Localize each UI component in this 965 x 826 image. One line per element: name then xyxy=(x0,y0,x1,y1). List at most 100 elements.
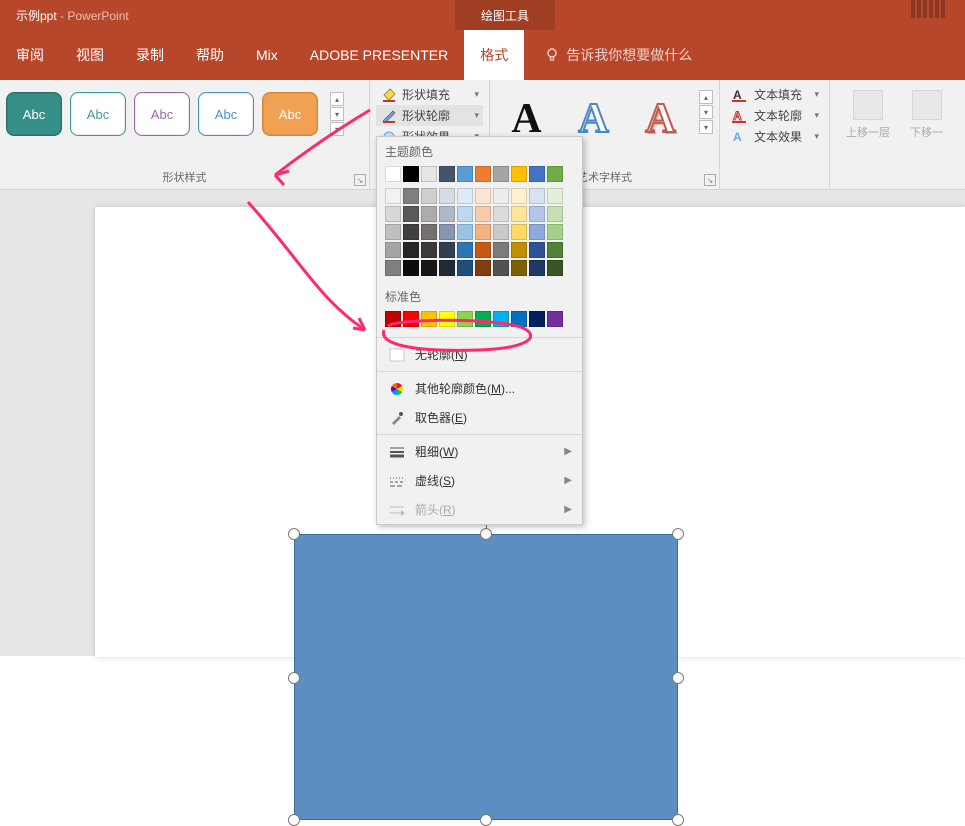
bring-forward-button[interactable]: 上移一层 xyxy=(846,90,890,140)
color-swatch[interactable] xyxy=(439,188,455,204)
tab-format[interactable]: 格式 xyxy=(464,30,524,80)
color-swatch[interactable] xyxy=(403,311,419,327)
color-swatch[interactable] xyxy=(439,166,455,182)
color-swatch[interactable] xyxy=(457,188,473,204)
color-swatch[interactable] xyxy=(493,206,509,222)
color-swatch[interactable] xyxy=(439,206,455,222)
color-swatch[interactable] xyxy=(529,224,545,240)
tell-me-search[interactable]: 告诉我你想要做什么 xyxy=(544,45,692,65)
color-swatch[interactable] xyxy=(547,242,563,258)
color-swatch[interactable] xyxy=(421,260,437,276)
color-swatch[interactable] xyxy=(439,224,455,240)
color-swatch[interactable] xyxy=(547,166,563,182)
color-swatch[interactable] xyxy=(475,242,491,258)
color-swatch[interactable] xyxy=(421,224,437,240)
resize-handle-s[interactable] xyxy=(480,814,492,826)
gallery-up-button[interactable]: ▴ xyxy=(699,90,713,104)
send-backward-button[interactable]: 下移一 xyxy=(910,90,943,140)
selected-rectangle-shape[interactable] xyxy=(294,534,678,820)
color-swatch[interactable] xyxy=(475,260,491,276)
color-swatch[interactable] xyxy=(475,224,491,240)
color-swatch[interactable] xyxy=(547,206,563,222)
tab-mix[interactable]: Mix xyxy=(240,30,294,80)
shape-style-swatch[interactable]: Abc xyxy=(134,92,190,136)
color-swatch[interactable] xyxy=(511,206,527,222)
dashes-item[interactable]: 虚线(S) ▶ xyxy=(377,466,582,495)
shape-style-swatch[interactable]: Abc xyxy=(262,92,318,136)
color-swatch[interactable] xyxy=(529,260,545,276)
color-swatch[interactable] xyxy=(511,166,527,182)
color-swatch[interactable] xyxy=(493,224,509,240)
text-outline-button[interactable]: A 文本轮廓▾ xyxy=(726,105,823,126)
resize-handle-se[interactable] xyxy=(672,814,684,826)
more-outline-colors-item[interactable]: 其他轮廓颜色(M)... xyxy=(377,374,582,403)
color-swatch[interactable] xyxy=(511,242,527,258)
shape-style-swatch[interactable]: Abc xyxy=(198,92,254,136)
color-swatch[interactable] xyxy=(547,311,563,327)
color-swatch[interactable] xyxy=(385,166,401,182)
color-swatch[interactable] xyxy=(475,206,491,222)
tab-record[interactable]: 录制 xyxy=(120,30,180,80)
color-swatch[interactable] xyxy=(511,311,527,327)
color-swatch[interactable] xyxy=(385,242,401,258)
color-swatch[interactable] xyxy=(457,311,473,327)
color-swatch[interactable] xyxy=(421,311,437,327)
no-outline-item[interactable]: 无轮廓(N) xyxy=(377,340,582,369)
color-swatch[interactable] xyxy=(439,311,455,327)
color-swatch[interactable] xyxy=(385,224,401,240)
gallery-down-button[interactable]: ▾ xyxy=(330,107,344,121)
color-swatch[interactable] xyxy=(457,224,473,240)
color-swatch[interactable] xyxy=(421,242,437,258)
color-swatch[interactable] xyxy=(403,242,419,258)
color-swatch[interactable] xyxy=(529,188,545,204)
color-swatch[interactable] xyxy=(493,311,509,327)
color-swatch[interactable] xyxy=(493,166,509,182)
color-swatch[interactable] xyxy=(421,206,437,222)
tab-review[interactable]: 审阅 xyxy=(0,30,60,80)
tab-adobe-presenter[interactable]: ADOBE PRESENTER xyxy=(294,30,464,80)
color-swatch[interactable] xyxy=(547,188,563,204)
color-swatch[interactable] xyxy=(511,224,527,240)
text-fill-button[interactable]: A 文本填充▾ xyxy=(726,84,823,105)
shape-style-swatch[interactable]: Abc xyxy=(6,92,62,136)
shape-outline-button[interactable]: 形状轮廓▾ xyxy=(376,105,483,126)
color-swatch[interactable] xyxy=(385,188,401,204)
gallery-expand-button[interactable]: ▾ xyxy=(330,122,344,136)
color-swatch[interactable] xyxy=(529,206,545,222)
color-swatch[interactable] xyxy=(385,260,401,276)
dialog-launcher[interactable]: ↘ xyxy=(704,174,716,186)
tab-help[interactable]: 帮助 xyxy=(180,30,240,80)
resize-handle-ne[interactable] xyxy=(672,528,684,540)
color-swatch[interactable] xyxy=(475,311,491,327)
color-swatch[interactable] xyxy=(421,188,437,204)
color-swatch[interactable] xyxy=(529,311,545,327)
color-swatch[interactable] xyxy=(403,260,419,276)
shape-style-swatch[interactable]: Abc xyxy=(70,92,126,136)
color-swatch[interactable] xyxy=(493,260,509,276)
resize-handle-e[interactable] xyxy=(672,672,684,684)
color-swatch[interactable] xyxy=(529,166,545,182)
color-swatch[interactable] xyxy=(457,206,473,222)
tab-view[interactable]: 视图 xyxy=(60,30,120,80)
text-effect-button[interactable]: A 文本效果▾ xyxy=(726,126,823,147)
color-swatch[interactable] xyxy=(421,166,437,182)
color-swatch[interactable] xyxy=(439,260,455,276)
color-swatch[interactable] xyxy=(439,242,455,258)
eyedropper-item[interactable]: 取色器(E) xyxy=(377,403,582,432)
color-swatch[interactable] xyxy=(511,260,527,276)
color-swatch[interactable] xyxy=(547,224,563,240)
color-swatch[interactable] xyxy=(511,188,527,204)
color-swatch[interactable] xyxy=(475,188,491,204)
resize-handle-sw[interactable] xyxy=(288,814,300,826)
gallery-down-button[interactable]: ▾ xyxy=(699,105,713,119)
wordart-swatch[interactable]: A xyxy=(630,90,691,148)
color-swatch[interactable] xyxy=(493,242,509,258)
color-swatch[interactable] xyxy=(403,166,419,182)
gallery-up-button[interactable]: ▴ xyxy=(330,92,344,106)
color-swatch[interactable] xyxy=(475,166,491,182)
shape-fill-button[interactable]: 形状填充▾ xyxy=(376,84,483,105)
color-swatch[interactable] xyxy=(457,166,473,182)
weight-item[interactable]: 粗细(W) ▶ xyxy=(377,437,582,466)
resize-handle-nw[interactable] xyxy=(288,528,300,540)
color-swatch[interactable] xyxy=(457,260,473,276)
